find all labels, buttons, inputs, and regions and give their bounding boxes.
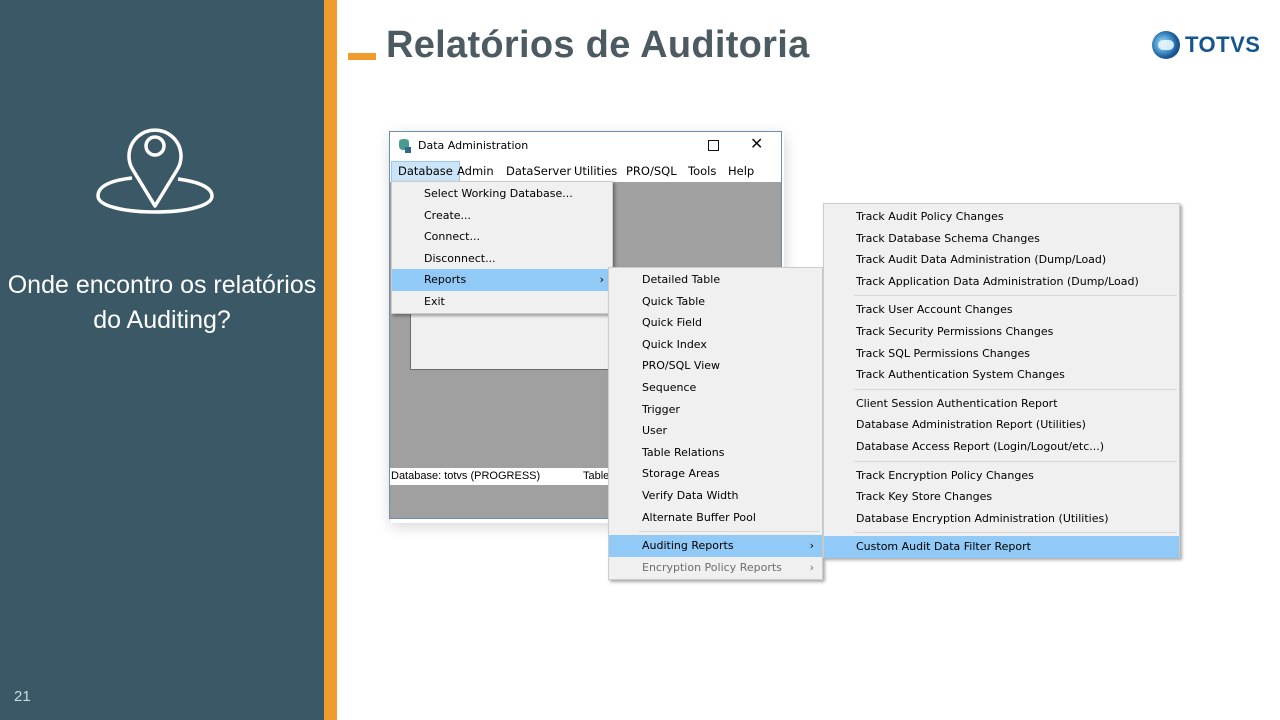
menu-item-track-key-store-changes[interactable]: Track Key Store Changes bbox=[824, 486, 1179, 508]
totvs-logo: TOTVS bbox=[1152, 30, 1260, 60]
auditing-reports-menu: Track Audit Policy Changes Track Databas… bbox=[823, 203, 1180, 558]
database-app-icon bbox=[399, 139, 411, 153]
left-panel: Onde encontro os relatórios do Auditing?… bbox=[0, 0, 324, 720]
menu-item-track-user-account-changes[interactable]: Track User Account Changes bbox=[824, 299, 1179, 321]
menu-dataserver[interactable]: DataServer bbox=[500, 161, 577, 182]
menu-item-encryption-policy-reports[interactable]: Encryption Policy Reports › bbox=[609, 557, 822, 579]
menu-item-track-encryption-policy-changes[interactable]: Track Encryption Policy Changes bbox=[824, 465, 1179, 487]
menu-item-auditing-reports[interactable]: Auditing Reports › bbox=[609, 535, 822, 557]
encryption-policy-reports-label: Encryption Policy Reports bbox=[642, 560, 782, 574]
totvs-logo-icon bbox=[1152, 31, 1180, 59]
location-pin-icon bbox=[96, 128, 214, 214]
menu-separator bbox=[609, 528, 822, 535]
menu-item-verify-data-width[interactable]: Verify Data Width bbox=[609, 485, 822, 507]
menu-item-track-security-permissions-changes[interactable]: Track Security Permissions Changes bbox=[824, 321, 1179, 343]
menu-separator bbox=[824, 529, 1179, 536]
window-titlebar[interactable]: Data Administration ✕ bbox=[390, 132, 781, 161]
maximize-button[interactable] bbox=[708, 140, 719, 151]
chevron-right-icon: › bbox=[809, 560, 814, 574]
accent-bar bbox=[324, 0, 337, 720]
slide-question: Onde encontro os relatórios do Auditing? bbox=[7, 271, 317, 334]
menu-item-create[interactable]: Create... bbox=[392, 205, 612, 227]
menu-item-track-audit-data-administration[interactable]: Track Audit Data Administration (Dump/Lo… bbox=[824, 249, 1179, 271]
menu-item-pro-sql-view[interactable]: PRO/SQL View bbox=[609, 355, 822, 377]
status-database: Database: totvs (PROGRESS) bbox=[391, 470, 541, 482]
menubar: Database Admin DataServer Utilities PRO/… bbox=[390, 161, 781, 182]
window-title: Data Administration bbox=[418, 139, 529, 152]
menu-item-table-relations[interactable]: Table Relations bbox=[609, 442, 822, 464]
auditing-reports-label: Auditing Reports bbox=[642, 539, 734, 553]
menu-admin[interactable]: Admin bbox=[451, 161, 500, 182]
menu-separator bbox=[824, 292, 1179, 299]
menu-item-track-audit-policy-changes[interactable]: Track Audit Policy Changes bbox=[824, 206, 1179, 228]
menu-item-quick-table[interactable]: Quick Table bbox=[609, 291, 822, 313]
menu-item-quick-index[interactable]: Quick Index bbox=[609, 334, 822, 356]
menu-item-track-application-data-administration[interactable]: Track Application Data Administration (D… bbox=[824, 271, 1179, 293]
menu-item-database-encryption-administration[interactable]: Database Encryption Administration (Util… bbox=[824, 508, 1179, 530]
database-menu: Select Working Database... Create... Con… bbox=[391, 181, 613, 314]
menu-help[interactable]: Help bbox=[722, 161, 760, 182]
menu-item-track-sql-permissions-changes[interactable]: Track SQL Permissions Changes bbox=[824, 343, 1179, 365]
title-dash bbox=[348, 53, 376, 60]
slide-title: Relatórios de Auditoria bbox=[386, 24, 810, 66]
menu-separator bbox=[824, 458, 1179, 465]
menu-item-storage-areas[interactable]: Storage Areas bbox=[609, 463, 822, 485]
menu-item-database-administration-report[interactable]: Database Administration Report (Utilitie… bbox=[824, 414, 1179, 436]
menu-item-detailed-table[interactable]: Detailed Table bbox=[609, 269, 822, 291]
menu-item-track-authentication-system-changes[interactable]: Track Authentication System Changes bbox=[824, 364, 1179, 386]
menu-item-client-session-authentication-report[interactable]: Client Session Authentication Report bbox=[824, 393, 1179, 415]
menu-item-connect[interactable]: Connect... bbox=[392, 226, 612, 248]
status-table: Table bbox=[583, 470, 610, 482]
menu-item-exit[interactable]: Exit bbox=[392, 291, 612, 313]
menu-pro-sql[interactable]: PRO/SQL bbox=[620, 161, 683, 182]
menu-item-sequence[interactable]: Sequence bbox=[609, 377, 822, 399]
status-bar: Database: totvs (PROGRESS) Table bbox=[390, 468, 610, 485]
menu-item-alternate-buffer-pool[interactable]: Alternate Buffer Pool bbox=[609, 507, 822, 529]
menu-item-custom-audit-data-filter-report[interactable]: Custom Audit Data Filter Report bbox=[824, 536, 1179, 558]
menu-item-reports[interactable]: Reports › bbox=[392, 269, 612, 291]
menu-item-user[interactable]: User bbox=[609, 420, 822, 442]
menu-utilities[interactable]: Utilities bbox=[568, 161, 623, 182]
menu-database[interactable]: Database bbox=[391, 161, 460, 182]
menu-item-disconnect[interactable]: Disconnect... bbox=[392, 248, 612, 270]
reports-label: Reports bbox=[424, 273, 467, 287]
close-button[interactable]: ✕ bbox=[750, 135, 763, 153]
chevron-right-icon: › bbox=[599, 273, 604, 287]
menu-item-track-database-schema-changes[interactable]: Track Database Schema Changes bbox=[824, 228, 1179, 250]
chevron-right-icon: › bbox=[809, 539, 814, 553]
menu-item-quick-field[interactable]: Quick Field bbox=[609, 312, 822, 334]
menu-tools[interactable]: Tools bbox=[682, 161, 722, 182]
menu-item-select-working-database[interactable]: Select Working Database... bbox=[392, 183, 612, 205]
menu-item-trigger[interactable]: Trigger bbox=[609, 399, 822, 421]
menu-item-database-access-report[interactable]: Database Access Report (Login/Logout/etc… bbox=[824, 436, 1179, 458]
menu-separator bbox=[824, 386, 1179, 393]
reports-menu: Detailed Table Quick Table Quick Field Q… bbox=[608, 267, 823, 580]
page-number: 21 bbox=[14, 688, 31, 705]
logo-text: TOTVS bbox=[1185, 32, 1261, 57]
